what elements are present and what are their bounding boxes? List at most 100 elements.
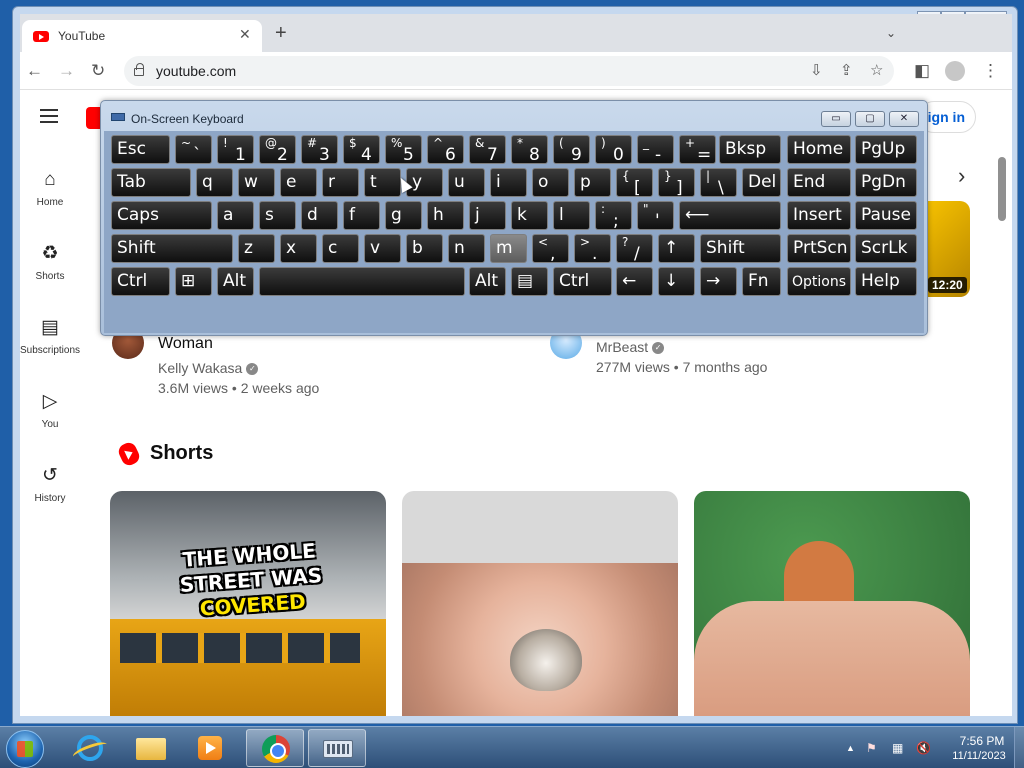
chrome-menu-icon[interactable]: ⋮ [982, 61, 999, 81]
key-ctrl[interactable]: Ctrl [553, 267, 612, 296]
side-panel-icon[interactable]: ◧ [914, 61, 930, 81]
key-symbol[interactable]: % 5 [385, 135, 422, 164]
key-symbol[interactable]: ⊞ [175, 267, 212, 296]
taskbar-explorer[interactable] [120, 729, 178, 767]
tray-expand-icon[interactable]: ▲ [846, 743, 855, 753]
key-c[interactable]: c [322, 234, 359, 263]
key-symbol[interactable]: ↓ [658, 267, 695, 296]
bookmark-star-icon[interactable]: ☆ [870, 61, 883, 79]
clock-time[interactable]: 7:56 PM [952, 734, 1012, 748]
video-thumbnail[interactable]: 12:20 [925, 201, 970, 297]
key-pgdn[interactable]: PgDn [855, 168, 917, 197]
key-alt[interactable]: Alt [217, 267, 254, 296]
key-n[interactable]: n [448, 234, 485, 263]
osk-maximize-button[interactable]: ▢ [855, 111, 885, 127]
start-button[interactable] [6, 730, 44, 768]
key-d[interactable]: d [301, 201, 338, 230]
key-r[interactable]: r [322, 168, 359, 197]
key-shift[interactable]: Shift [700, 234, 781, 263]
short-video-card[interactable] [694, 491, 970, 716]
key-symbol[interactable]: (9 [553, 135, 590, 164]
key-symbol[interactable]: #3 [301, 135, 338, 164]
key-scrlk[interactable]: ScrLk [855, 234, 917, 263]
key-tab[interactable]: Tab [111, 168, 191, 197]
video-title[interactable]: Woman [158, 335, 213, 353]
osk-close-button[interactable]: ✕ [889, 111, 919, 127]
url-text[interactable]: youtube.com [156, 63, 236, 79]
key-symbol[interactable]: | \ [700, 168, 737, 197]
channel-name[interactable]: MrBeast ✓ [596, 337, 665, 357]
key-m[interactable]: m [490, 234, 527, 263]
key-ctrl[interactable]: Ctrl [111, 267, 170, 296]
key-j[interactable]: j [469, 201, 506, 230]
key-i[interactable]: i [490, 168, 527, 197]
key-symbol[interactable]: ← [616, 267, 653, 296]
key-insert[interactable]: Insert [787, 201, 851, 230]
key-x[interactable]: x [280, 234, 317, 263]
key-symbol[interactable]: ~ ` [175, 135, 212, 164]
key-symbol[interactable]: :; [595, 201, 632, 230]
network-icon[interactable]: ▦ [892, 741, 903, 755]
chevron-right-icon[interactable]: › [958, 163, 965, 189]
install-app-icon[interactable]: ⇩ [810, 61, 823, 79]
key-help[interactable]: Help [855, 267, 917, 296]
key-v[interactable]: v [364, 234, 401, 263]
key-end[interactable]: End [787, 168, 851, 197]
key-b[interactable]: b [406, 234, 443, 263]
key-p[interactable]: p [574, 168, 611, 197]
guide-menu-icon[interactable] [40, 109, 58, 123]
back-icon[interactable]: ← [26, 61, 43, 81]
key-symbol[interactable]: " ' [637, 201, 674, 230]
key-space[interactable] [259, 267, 465, 296]
short-video-card[interactable]: THE WHOLE STREET WAS COVERED [110, 491, 386, 716]
key-pgup[interactable]: PgUp [855, 135, 917, 164]
key-symbol[interactable]: ) 0 [595, 135, 632, 164]
key-q[interactable]: q [196, 168, 233, 197]
show-desktop-button[interactable] [1014, 727, 1024, 768]
key-a[interactable]: a [217, 201, 254, 230]
key-prtscn[interactable]: PrtScn [787, 234, 851, 263]
key-bksp[interactable]: Bksp [719, 135, 781, 164]
key-symbol[interactable]: ⟵ [679, 201, 781, 230]
key-symbol[interactable]: {[ [616, 168, 653, 197]
short-video-card[interactable] [402, 491, 678, 716]
lock-icon[interactable] [134, 63, 144, 76]
key-symbol[interactable]: ↑ [658, 234, 695, 263]
key-s[interactable]: s [259, 201, 296, 230]
key-symbol[interactable]: ? / [616, 234, 653, 263]
key-options[interactable]: Options [787, 267, 851, 296]
key-home[interactable]: Home [787, 135, 851, 164]
clock-date[interactable]: 11/11/2023 [946, 750, 1012, 762]
page-scrollbar[interactable] [998, 157, 1006, 221]
action-center-flag-icon[interactable]: ⚑ [866, 741, 877, 755]
key-caps[interactable]: Caps [111, 201, 212, 230]
key-symbol[interactable]: * 8 [511, 135, 548, 164]
tab-close-icon[interactable]: ✕ [239, 26, 251, 43]
tab-youtube[interactable]: YouTube ✕ [22, 20, 262, 52]
key-symbol[interactable]: ▤ [511, 267, 548, 296]
osk-titlebar[interactable]: On-Screen Keyboard ▭ ▢ ✕ [101, 101, 927, 131]
key-y[interactable]: y [406, 168, 443, 197]
sidebar-item-home[interactable]: ⌂ Home [20, 167, 80, 208]
key-pause[interactable]: Pause [855, 201, 917, 230]
address-bar[interactable]: youtube.com ⇩ ⇪ ☆ [124, 56, 894, 86]
taskbar-osk[interactable] [308, 729, 366, 767]
key-symbol[interactable]: >. [574, 234, 611, 263]
forward-icon[interactable]: → [58, 61, 75, 81]
sidebar-item-history[interactable]: ↺ History [20, 463, 80, 504]
key-symbol[interactable]: _ - [637, 135, 674, 164]
key-g[interactable]: g [385, 201, 422, 230]
channel-name[interactable]: Kelly Wakasa ✓ [158, 358, 259, 378]
key-symbol[interactable]: + = [679, 135, 716, 164]
new-tab-icon[interactable]: + [275, 23, 287, 43]
key-e[interactable]: e [280, 168, 317, 197]
sidebar-item-shorts[interactable]: ♻ Shorts [20, 241, 80, 282]
key-u[interactable]: u [448, 168, 485, 197]
key-h[interactable]: h [427, 201, 464, 230]
tab-search-icon[interactable]: ⌄ [886, 26, 896, 40]
taskbar-chrome[interactable] [246, 729, 304, 767]
osk-minimize-button[interactable]: ▭ [821, 111, 851, 127]
key-symbol[interactable]: $4 [343, 135, 380, 164]
key-symbol[interactable]: & 7 [469, 135, 506, 164]
key-symbol[interactable]: ! 1 [217, 135, 254, 164]
